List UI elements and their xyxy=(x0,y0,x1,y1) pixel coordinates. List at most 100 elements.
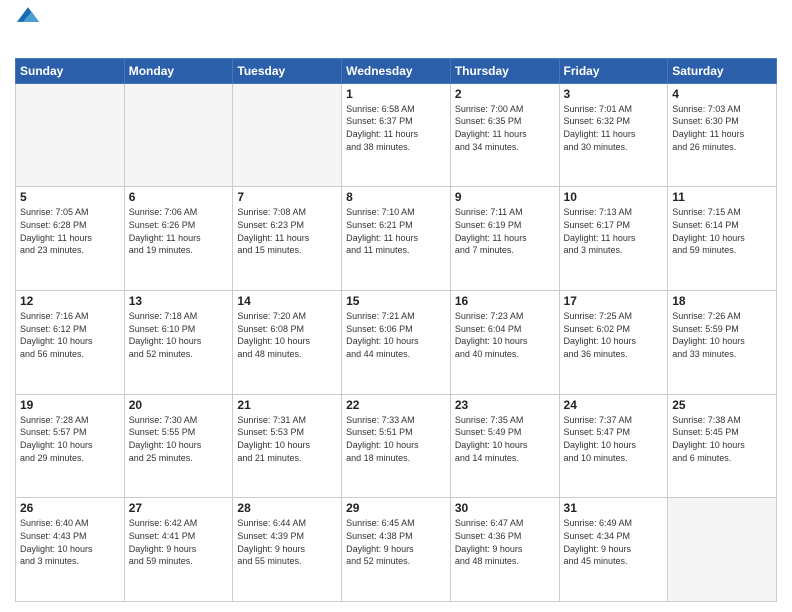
day-number: 16 xyxy=(455,294,555,308)
day-info: Sunrise: 7:20 AM Sunset: 6:08 PM Dayligh… xyxy=(237,310,337,360)
col-saturday: Saturday xyxy=(668,58,777,83)
day-info: Sunrise: 7:31 AM Sunset: 5:53 PM Dayligh… xyxy=(237,414,337,464)
day-number: 29 xyxy=(346,501,446,515)
day-number: 14 xyxy=(237,294,337,308)
day-number: 10 xyxy=(564,190,664,204)
day-info: Sunrise: 6:45 AM Sunset: 4:38 PM Dayligh… xyxy=(346,517,446,567)
day-info: Sunrise: 7:11 AM Sunset: 6:19 PM Dayligh… xyxy=(455,206,555,256)
calendar-cell: 27 Sunrise: 6:42 AM Sunset: 4:41 PM Dayli… xyxy=(124,498,233,602)
calendar-cell xyxy=(124,83,233,187)
calendar-cell: 9 Sunrise: 7:11 AM Sunset: 6:19 PM Daylig… xyxy=(450,187,559,291)
calendar-cell: 12 Sunrise: 7:16 AM Sunset: 6:12 PM Dayli… xyxy=(16,291,125,395)
calendar-cell: 14 Sunrise: 7:20 AM Sunset: 6:08 PM Dayli… xyxy=(233,291,342,395)
day-number: 18 xyxy=(672,294,772,308)
calendar-cell: 28Sunrise: 6:44 AM Sunset: 4:39 PM Dayli… xyxy=(233,498,342,602)
day-number: 11 xyxy=(672,190,772,204)
day-info: Sunrise: 7:26 AM Sunset: 5:59 PM Dayligh… xyxy=(672,310,772,360)
calendar-cell: 30Sunrise: 6:47 AM Sunset: 4:36 PM Dayli… xyxy=(450,498,559,602)
calendar-cell: 17Sunrise: 7:25 AM Sunset: 6:02 PM Dayli… xyxy=(559,291,668,395)
header-row: Sunday Monday Tuesday Wednesday Thursday… xyxy=(16,58,777,83)
day-number: 23 xyxy=(455,398,555,412)
logo xyxy=(15,14,39,52)
calendar-cell: 6 Sunrise: 7:06 AM Sunset: 6:26 PM Daylig… xyxy=(124,187,233,291)
day-number: 31 xyxy=(564,501,664,515)
calendar-cell: 5 Sunrise: 7:05 AM Sunset: 6:28 PM Daylig… xyxy=(16,187,125,291)
day-info: Sunrise: 7:33 AM Sunset: 5:51 PM Dayligh… xyxy=(346,414,446,464)
calendar-cell: 26 Sunrise: 6:40 AM Sunset: 4:43 PM Dayli… xyxy=(16,498,125,602)
day-number: 5 xyxy=(20,190,120,204)
day-info: Sunrise: 6:40 AM Sunset: 4:43 PM Dayligh… xyxy=(20,517,120,567)
day-info: Sunrise: 7:13 AM Sunset: 6:17 PM Dayligh… xyxy=(564,206,664,256)
day-info: Sunrise: 7:28 AM Sunset: 5:57 PM Dayligh… xyxy=(20,414,120,464)
calendar-cell xyxy=(668,498,777,602)
day-info: Sunrise: 7:03 AM Sunset: 6:30 PM Dayligh… xyxy=(672,103,772,153)
col-friday: Friday xyxy=(559,58,668,83)
day-number: 25 xyxy=(672,398,772,412)
col-tuesday: Tuesday xyxy=(233,58,342,83)
calendar-cell: 1 Sunrise: 6:58 AM Sunset: 6:37 PM Daylig… xyxy=(342,83,451,187)
day-number: 7 xyxy=(237,190,337,204)
day-number: 24 xyxy=(564,398,664,412)
day-info: Sunrise: 7:16 AM Sunset: 6:12 PM Dayligh… xyxy=(20,310,120,360)
day-info: Sunrise: 7:38 AM Sunset: 5:45 PM Dayligh… xyxy=(672,414,772,464)
day-info: Sunrise: 6:58 AM Sunset: 6:37 PM Dayligh… xyxy=(346,103,446,153)
day-number: 20 xyxy=(129,398,229,412)
col-sunday: Sunday xyxy=(16,58,125,83)
day-info: Sunrise: 7:15 AM Sunset: 6:14 PM Dayligh… xyxy=(672,206,772,256)
week-row-3: 12 Sunrise: 7:16 AM Sunset: 6:12 PM Dayli… xyxy=(16,291,777,395)
day-number: 1 xyxy=(346,87,446,101)
day-info: Sunrise: 7:18 AM Sunset: 6:10 PM Dayligh… xyxy=(129,310,229,360)
day-number: 4 xyxy=(672,87,772,101)
page: Sunday Monday Tuesday Wednesday Thursday… xyxy=(0,0,792,612)
calendar-cell: 2Sunrise: 7:00 AM Sunset: 6:35 PM Daylig… xyxy=(450,83,559,187)
day-info: Sunrise: 7:08 AM Sunset: 6:23 PM Dayligh… xyxy=(237,206,337,256)
day-number: 13 xyxy=(129,294,229,308)
day-info: Sunrise: 7:10 AM Sunset: 6:21 PM Dayligh… xyxy=(346,206,446,256)
day-info: Sunrise: 7:37 AM Sunset: 5:47 PM Dayligh… xyxy=(564,414,664,464)
calendar-table: Sunday Monday Tuesday Wednesday Thursday… xyxy=(15,58,777,602)
calendar-cell: 31Sunrise: 6:49 AM Sunset: 4:34 PM Dayli… xyxy=(559,498,668,602)
day-number: 21 xyxy=(237,398,337,412)
calendar-cell: 22 Sunrise: 7:33 AM Sunset: 5:51 PM Dayli… xyxy=(342,394,451,498)
calendar-cell: 16 Sunrise: 7:23 AM Sunset: 6:04 PM Dayli… xyxy=(450,291,559,395)
calendar-cell: 13 Sunrise: 7:18 AM Sunset: 6:10 PM Dayli… xyxy=(124,291,233,395)
col-thursday: Thursday xyxy=(450,58,559,83)
logo-icon xyxy=(17,5,39,27)
day-number: 30 xyxy=(455,501,555,515)
calendar-cell: 21 Sunrise: 7:31 AM Sunset: 5:53 PM Dayli… xyxy=(233,394,342,498)
day-number: 26 xyxy=(20,501,120,515)
day-number: 12 xyxy=(20,294,120,308)
day-info: Sunrise: 7:05 AM Sunset: 6:28 PM Dayligh… xyxy=(20,206,120,256)
day-number: 22 xyxy=(346,398,446,412)
calendar-cell: 24 Sunrise: 7:37 AM Sunset: 5:47 PM Dayli… xyxy=(559,394,668,498)
calendar-cell: 15 Sunrise: 7:21 AM Sunset: 6:06 PM Dayli… xyxy=(342,291,451,395)
calendar-cell: 20Sunrise: 7:30 AM Sunset: 5:55 PM Dayli… xyxy=(124,394,233,498)
day-number: 3 xyxy=(564,87,664,101)
day-number: 8 xyxy=(346,190,446,204)
day-number: 27 xyxy=(129,501,229,515)
day-info: Sunrise: 7:23 AM Sunset: 6:04 PM Dayligh… xyxy=(455,310,555,360)
calendar-cell xyxy=(233,83,342,187)
week-row-2: 5 Sunrise: 7:05 AM Sunset: 6:28 PM Daylig… xyxy=(16,187,777,291)
calendar-cell: 18 Sunrise: 7:26 AM Sunset: 5:59 PM Dayli… xyxy=(668,291,777,395)
week-row-4: 19Sunrise: 7:28 AM Sunset: 5:57 PM Dayli… xyxy=(16,394,777,498)
col-wednesday: Wednesday xyxy=(342,58,451,83)
day-info: Sunrise: 6:42 AM Sunset: 4:41 PM Dayligh… xyxy=(129,517,229,567)
calendar-cell xyxy=(16,83,125,187)
calendar-cell: 4 Sunrise: 7:03 AM Sunset: 6:30 PM Daylig… xyxy=(668,83,777,187)
day-number: 2 xyxy=(455,87,555,101)
day-number: 9 xyxy=(455,190,555,204)
calendar-cell: 8 Sunrise: 7:10 AM Sunset: 6:21 PM Daylig… xyxy=(342,187,451,291)
week-row-1: 1 Sunrise: 6:58 AM Sunset: 6:37 PM Daylig… xyxy=(16,83,777,187)
calendar-cell: 10 Sunrise: 7:13 AM Sunset: 6:17 PM Dayli… xyxy=(559,187,668,291)
day-number: 15 xyxy=(346,294,446,308)
calendar-cell: 25 Sunrise: 7:38 AM Sunset: 5:45 PM Dayli… xyxy=(668,394,777,498)
day-info: Sunrise: 7:06 AM Sunset: 6:26 PM Dayligh… xyxy=(129,206,229,256)
calendar-cell: 11 Sunrise: 7:15 AM Sunset: 6:14 PM Dayli… xyxy=(668,187,777,291)
day-number: 6 xyxy=(129,190,229,204)
day-info: Sunrise: 7:01 AM Sunset: 6:32 PM Dayligh… xyxy=(564,103,664,153)
day-info: Sunrise: 7:25 AM Sunset: 6:02 PM Dayligh… xyxy=(564,310,664,360)
day-info: Sunrise: 7:21 AM Sunset: 6:06 PM Dayligh… xyxy=(346,310,446,360)
day-info: Sunrise: 7:35 AM Sunset: 5:49 PM Dayligh… xyxy=(455,414,555,464)
week-row-5: 26 Sunrise: 6:40 AM Sunset: 4:43 PM Dayli… xyxy=(16,498,777,602)
